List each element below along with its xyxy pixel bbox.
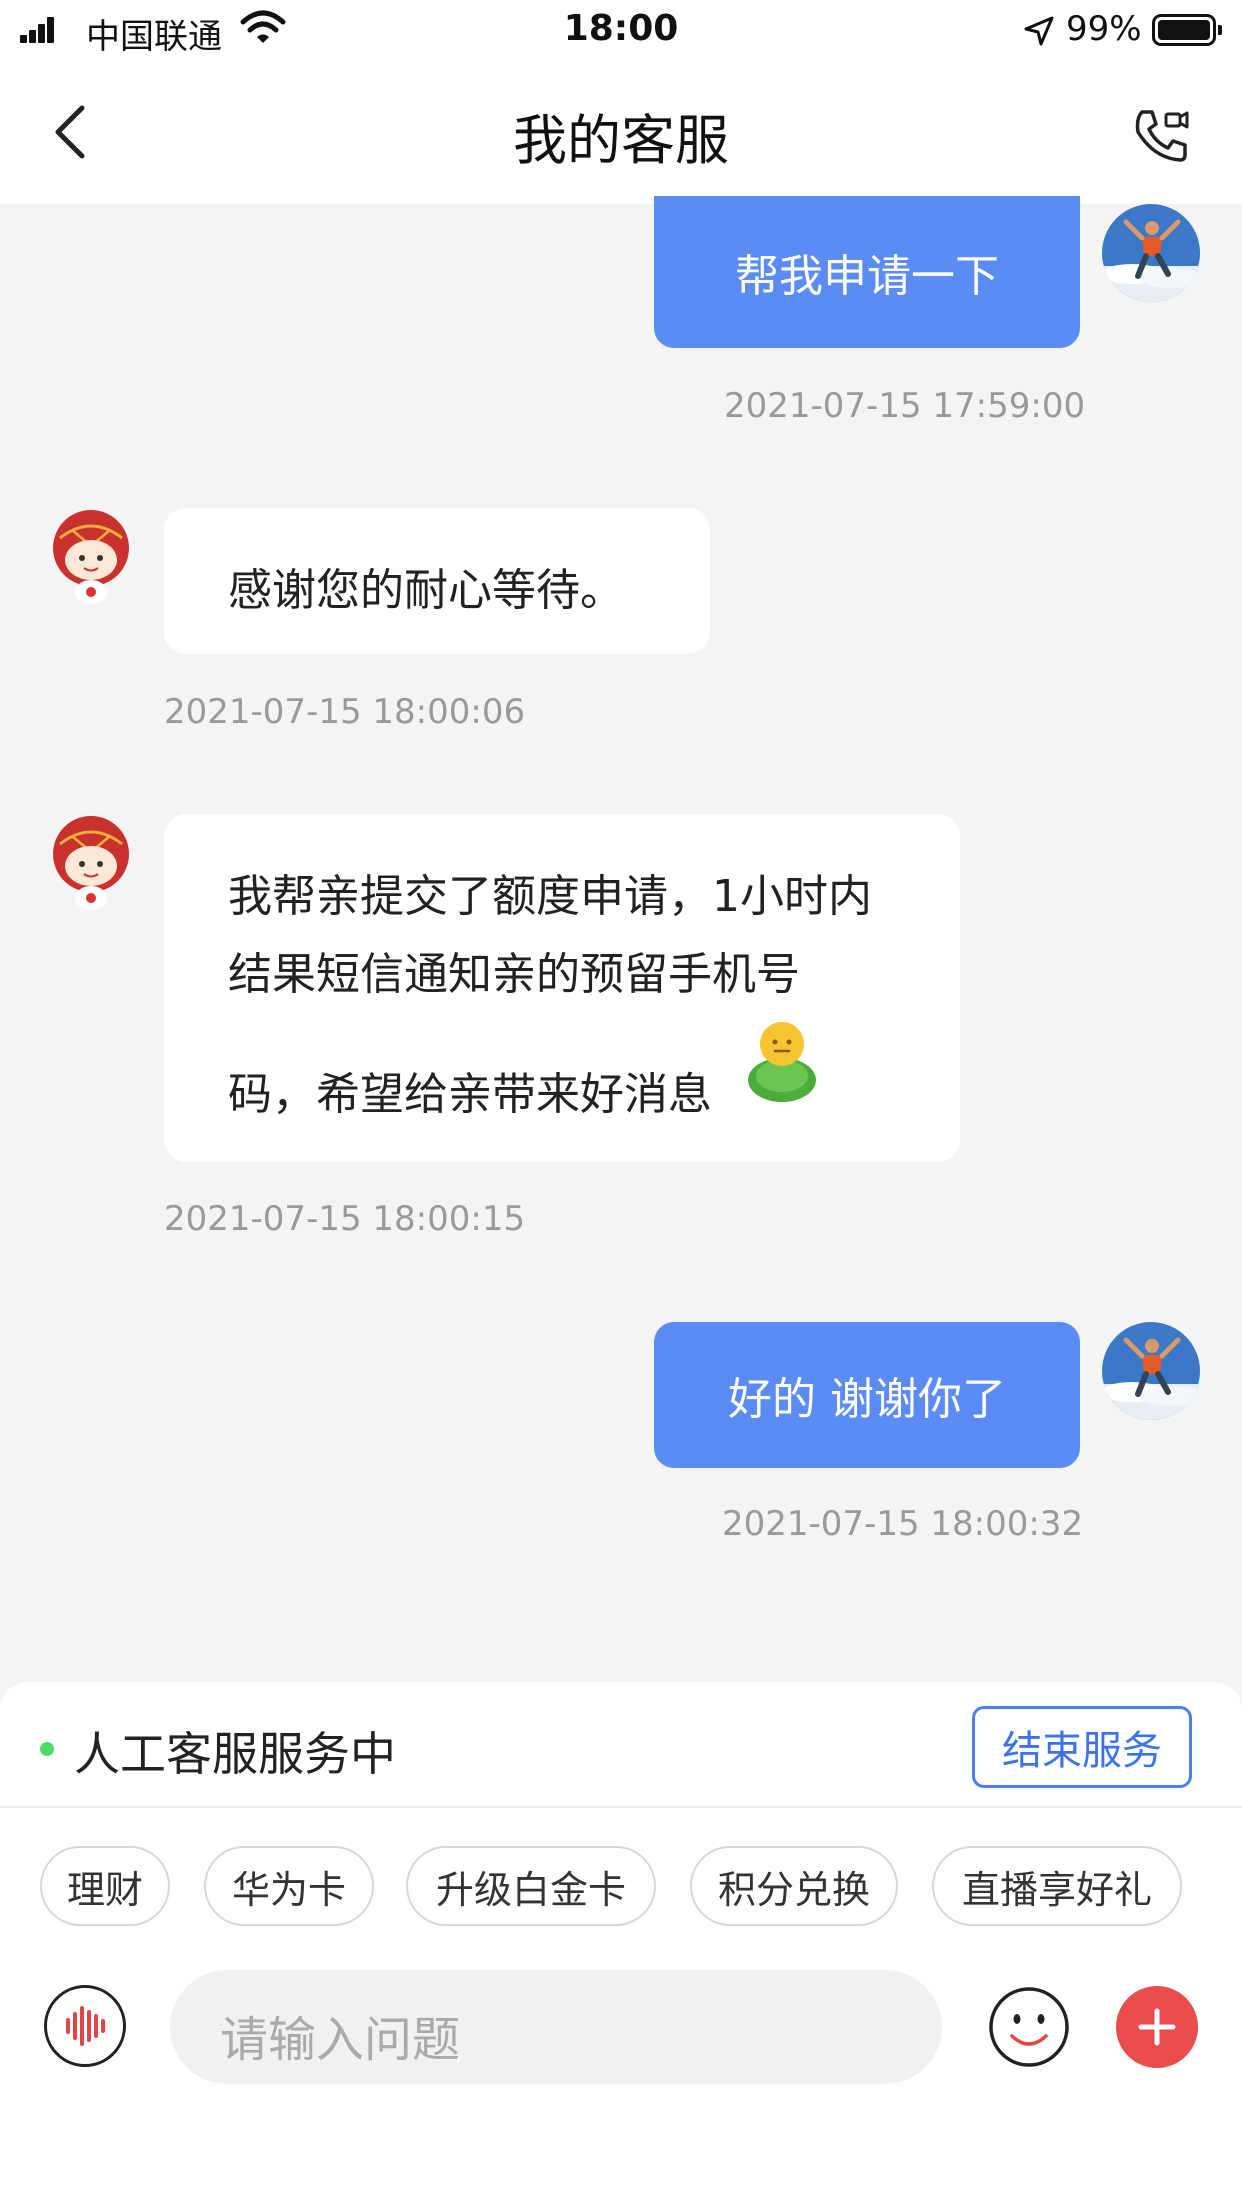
agent-avatar (42, 814, 140, 912)
agent-avatar (42, 508, 140, 606)
message-timestamp: 2021-07-15 18:00:06 (164, 692, 526, 732)
voice-icon (66, 2006, 105, 2046)
emoji-icon[interactable] (988, 1986, 1070, 2068)
quick-chip-points-exchange[interactable]: 积分兑换 (690, 1846, 898, 1926)
location-icon (1024, 16, 1054, 46)
message-text: 帮我申请一下 (735, 251, 999, 302)
question-input[interactable]: 请输入问题 (170, 1970, 942, 2084)
quick-chip-huawei-card[interactable]: 华为卡 (204, 1846, 374, 1926)
battery-icon (1152, 14, 1222, 46)
voice-input-button[interactable] (44, 1985, 126, 2067)
message-bubble-incoming[interactable]: 感谢您的耐心等待。 (164, 508, 710, 654)
quick-chip-licai[interactable]: 理财 (40, 1846, 170, 1926)
online-status-dot (40, 1742, 54, 1756)
battery-percent: 99% (1066, 9, 1142, 49)
message-timestamp: 2021-07-15 18:00:32 (722, 1504, 1084, 1544)
smile-emoji-icon (748, 1022, 816, 1102)
plus-icon[interactable] (1116, 1986, 1198, 2068)
message-bubble-incoming[interactable]: 我帮亲提交了额度申请，1小时内 结果短信通知亲的预留手机号 码，希望给亲带来好消… (164, 814, 960, 1162)
message-timestamp: 2021-07-15 18:00:15 (164, 1199, 526, 1239)
message-timestamp: 2021-07-15 17:59:00 (724, 386, 1086, 426)
end-service-button[interactable]: 结束服务 (972, 1706, 1192, 1788)
user-avatar (1102, 1322, 1200, 1420)
message-text-line: 我帮亲提交了额度申请，1小时内 (228, 871, 872, 922)
message-text-line: 结果短信通知亲的预留手机号 (228, 949, 800, 1000)
service-status: 人工客服服务中 (74, 1727, 396, 1781)
quick-chip-live-gift[interactable]: 直播享好礼 (932, 1846, 1182, 1926)
user-avatar (1102, 204, 1200, 302)
message-text-line: 码，希望给亲带来好消息 (228, 1069, 712, 1120)
message-bubble-outgoing[interactable]: 好的 谢谢你了 (654, 1322, 1080, 1468)
input-placeholder: 请输入问题 (220, 2012, 461, 2068)
video-call-icon[interactable] (1130, 104, 1192, 166)
message-bubble-outgoing[interactable]: 帮我申请一下 (654, 196, 1080, 348)
message-text: 感谢您的耐心等待。 (228, 565, 624, 616)
nav-bar: 我的客服 (0, 62, 1242, 204)
page-title: 我的客服 (513, 109, 729, 172)
status-bar: 中国联通 18:00 99% (0, 0, 1242, 62)
divider (0, 1806, 1242, 1808)
message-text: 好的 谢谢你了 (728, 1374, 1006, 1425)
quick-chip-upgrade-platinum[interactable]: 升级白金卡 (406, 1846, 656, 1926)
